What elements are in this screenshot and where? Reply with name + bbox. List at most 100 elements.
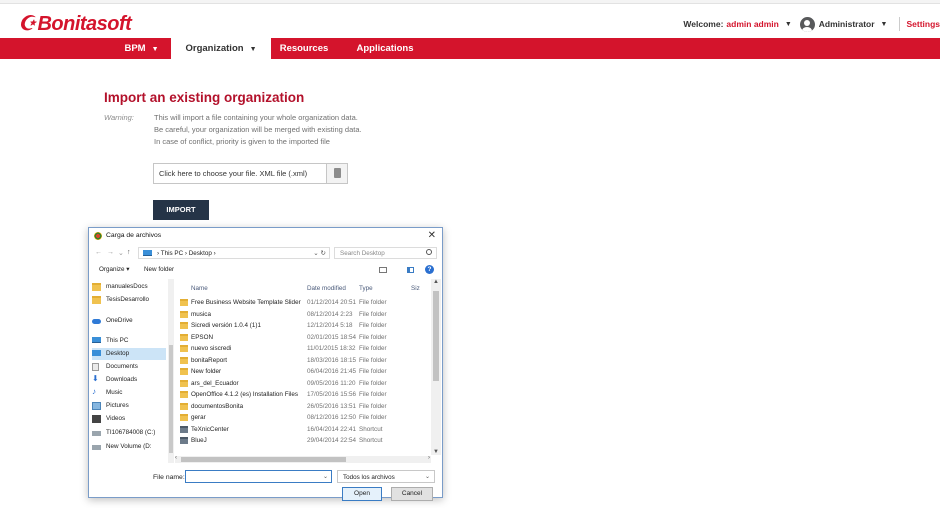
file-type-select[interactable]: Todos los archivos ⌄ <box>337 470 435 483</box>
organize-menu[interactable]: Organize ▾ <box>99 266 129 273</box>
cancel-button[interactable]: Cancel <box>391 487 433 501</box>
scrollbar-thumb[interactable] <box>181 457 346 462</box>
import-button[interactable]: IMPORT <box>153 200 209 220</box>
table-row[interactable]: BlueJ 29/04/2014 22:54 Shortcut <box>175 435 430 447</box>
nav-pane-item[interactable]: ⬇ Downloads <box>92 374 166 386</box>
search-icon[interactable] <box>426 249 432 255</box>
file-name: Sicredi versión 1.0.4 (1)1 <box>191 322 261 329</box>
recent-dropdown-icon[interactable]: ⌄ <box>118 249 124 257</box>
search-input[interactable]: Search Desktop <box>334 247 437 259</box>
chevron-down-icon[interactable]: ⌄ <box>425 473 430 480</box>
main-navbar: BPM ▼ Organization ▼ Resources Application… <box>0 38 940 59</box>
dialog-titlebar[interactable]: Carga de archivos ✕ <box>89 228 442 244</box>
nav-pane-label: Videos <box>106 415 126 422</box>
user-menu-caret-icon[interactable]: ▼ <box>785 21 792 28</box>
back-arrow-icon[interactable]: ← <box>95 249 102 256</box>
scrollbar-thumb[interactable] <box>433 291 439 381</box>
nav-bpm[interactable]: BPM ▼ <box>115 38 168 59</box>
forward-arrow-icon[interactable]: → <box>107 249 114 256</box>
column-header-date[interactable]: Date modified <box>307 285 346 292</box>
nav-pane-item[interactable]: This PC <box>92 335 166 347</box>
file-date: 29/04/2014 22:54 <box>307 437 357 444</box>
close-icon[interactable]: ✕ <box>428 230 436 241</box>
file-chooser-text[interactable]: Click here to choose your file. XML file… <box>159 169 307 178</box>
table-row[interactable]: documentosBonita 26/05/2016 13:51 File fol… <box>175 401 430 413</box>
scrollbar-thumb[interactable] <box>169 345 173 453</box>
column-header-name[interactable]: Name <box>191 285 208 292</box>
scroll-left-icon[interactable]: ‹ <box>175 455 177 461</box>
settings-link[interactable]: Settings <box>906 19 940 29</box>
warning-label: Warning: <box>104 113 134 122</box>
file-name-label: File name: <box>153 474 185 481</box>
music-icon: ♪ <box>92 387 96 396</box>
file-date: 17/05/2016 15:56 <box>307 391 357 398</box>
table-row[interactable]: New folder 06/04/2016 21:45 File folder <box>175 366 430 378</box>
scroll-right-icon[interactable]: › <box>428 455 430 461</box>
nav-pane-item-selected[interactable]: Desktop <box>92 348 166 360</box>
nav-pane-item[interactable]: New Volume (D: <box>92 441 166 453</box>
nav-pane-item[interactable]: manualesDocs <box>92 281 166 293</box>
table-row[interactable]: Sicredi versión 1.0.4 (1)1 12/12/2014 5:1… <box>175 320 430 332</box>
table-row[interactable]: gerar 08/12/2016 12:50 File folder <box>175 412 430 424</box>
nav-pane-label: TI106784008 (C:) <box>106 429 156 436</box>
nav-pane-item[interactable]: TI106784008 (C:) <box>92 427 166 439</box>
file-type: File folder <box>359 356 387 364</box>
table-row[interactable]: musica 08/12/2014 2:23 File folder <box>175 309 430 321</box>
table-row[interactable]: nuevo siscredi 11/01/2015 18:32 File folde… <box>175 343 430 355</box>
warning-line: This will import a file containing your … <box>154 113 358 122</box>
username-link[interactable]: admin admin <box>726 19 778 29</box>
nav-pane-item[interactable]: Documents <box>92 361 166 373</box>
horizontal-scrollbar[interactable]: ‹ › <box>175 455 431 463</box>
open-button[interactable]: Open <box>342 487 382 501</box>
preview-pane-icon[interactable] <box>407 267 414 273</box>
file-type: File folder <box>359 310 387 318</box>
dialog-toolbar: Organize ▾ New folder ? <box>89 263 442 277</box>
file-date: 18/03/2016 18:15 <box>307 356 357 364</box>
address-bar-row: ← → ⌄ ↑ › This PC › Desktop › ⌄ ↻ Search… <box>89 245 442 261</box>
file-date: 01/12/2014 20:51 <box>307 299 357 306</box>
warning-line: Be careful, your organization will be me… <box>154 125 362 134</box>
drive-icon <box>92 431 101 436</box>
refresh-icon[interactable]: ⌄ ↻ <box>313 249 326 257</box>
table-row[interactable]: Free Business Website Template Slider 01/… <box>175 297 430 309</box>
file-browse-icon[interactable] <box>326 164 347 183</box>
nav-pane-item[interactable]: Pictures <box>92 400 166 412</box>
up-arrow-icon[interactable]: ↑ <box>127 249 131 256</box>
file-list-scrollbar[interactable]: ▲ ▼ <box>431 279 441 455</box>
nav-applications[interactable]: Applications <box>350 38 420 59</box>
table-row[interactable]: EPSON 02/01/2015 18:54 File folder <box>175 332 430 344</box>
bonita-logo-icon: ☪ <box>18 13 36 35</box>
nav-pane-scrollbar[interactable] <box>168 279 174 463</box>
file-name-field[interactable]: ⌄ <box>185 470 332 483</box>
new-folder-button[interactable]: New folder <box>144 266 174 273</box>
view-options-icon[interactable] <box>379 267 387 273</box>
breadcrumb[interactable]: › This PC › Desktop › <box>157 250 216 257</box>
file-list: Free Business Website Template Slider 01/… <box>175 297 430 455</box>
file-type: File folder <box>359 379 387 387</box>
scroll-up-icon[interactable]: ▲ <box>433 279 439 285</box>
avatar[interactable] <box>799 16 815 32</box>
nav-pane-item[interactable]: Videos <box>92 413 166 425</box>
nav-pane-item[interactable]: TesisDesarrollo <box>92 294 166 306</box>
nav-resources[interactable]: Resources <box>272 38 336 59</box>
column-header-type[interactable]: Type <box>359 285 373 292</box>
nav-organization[interactable]: Organization ▼ <box>171 38 271 59</box>
column-header-size[interactable]: Siz <box>411 285 420 292</box>
nav-pane-item[interactable]: OneDrive <box>92 315 166 327</box>
table-row[interactable]: OpenOffice 4.1.2 (es) Installation Files… <box>175 389 430 401</box>
table-row[interactable]: bonitaReport 18/03/2016 18:15 File folder <box>175 355 430 367</box>
nav-pane-item[interactable]: ♪ Music <box>92 387 166 399</box>
file-type: File folder <box>359 391 387 398</box>
file-chooser[interactable]: Click here to choose your file. XML file… <box>153 163 348 184</box>
address-bar[interactable]: › This PC › Desktop › ⌄ ↻ <box>138 247 330 259</box>
table-row[interactable]: ars_del_Ecuador 09/05/2016 11:20 File fold… <box>175 378 430 390</box>
role-selector[interactable]: Administrator <box>819 19 875 29</box>
table-row[interactable]: TeXnicCenter 16/04/2014 22:41 Shortcut <box>175 424 430 436</box>
help-icon[interactable]: ? <box>425 265 434 274</box>
bonitasoft-logo[interactable]: ☪ Bonitasoft <box>18 11 132 36</box>
file-date: 09/05/2016 11:20 <box>307 379 356 387</box>
folder-icon <box>180 414 188 421</box>
chevron-down-icon[interactable]: ⌄ <box>323 473 328 480</box>
role-menu-caret-icon[interactable]: ▼ <box>881 21 888 28</box>
scroll-down-icon[interactable]: ▼ <box>433 449 439 455</box>
